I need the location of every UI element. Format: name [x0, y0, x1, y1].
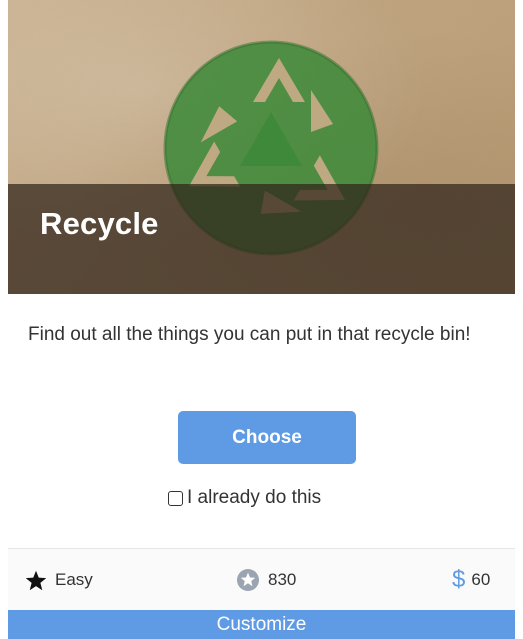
already-do-this-option[interactable]: I already do this [168, 485, 321, 511]
difficulty-stat: Easy [25, 567, 93, 593]
dollar-icon: $ [452, 566, 466, 593]
card-title: Recycle [40, 206, 159, 241]
already-do-this-label: I already do this [187, 487, 322, 508]
cost-stat: $ 60 [452, 567, 490, 593]
customize-button[interactable]: Customize [8, 610, 515, 639]
already-do-this-checkbox[interactable] [168, 490, 183, 506]
choose-button[interactable]: Choose [178, 411, 356, 464]
card-description: Find out all the things you can put in t… [28, 324, 471, 345]
difficulty-label: Easy [55, 570, 93, 589]
points-stat: 830 [236, 567, 296, 593]
cost-value: 60 [471, 570, 491, 589]
points-value: 830 [268, 570, 297, 589]
points-badge-icon [237, 569, 259, 591]
action-card: Recycle Find out all the things you can … [0, 0, 523, 639]
hero-image: Recycle [8, 0, 515, 294]
star-icon [25, 570, 47, 590]
